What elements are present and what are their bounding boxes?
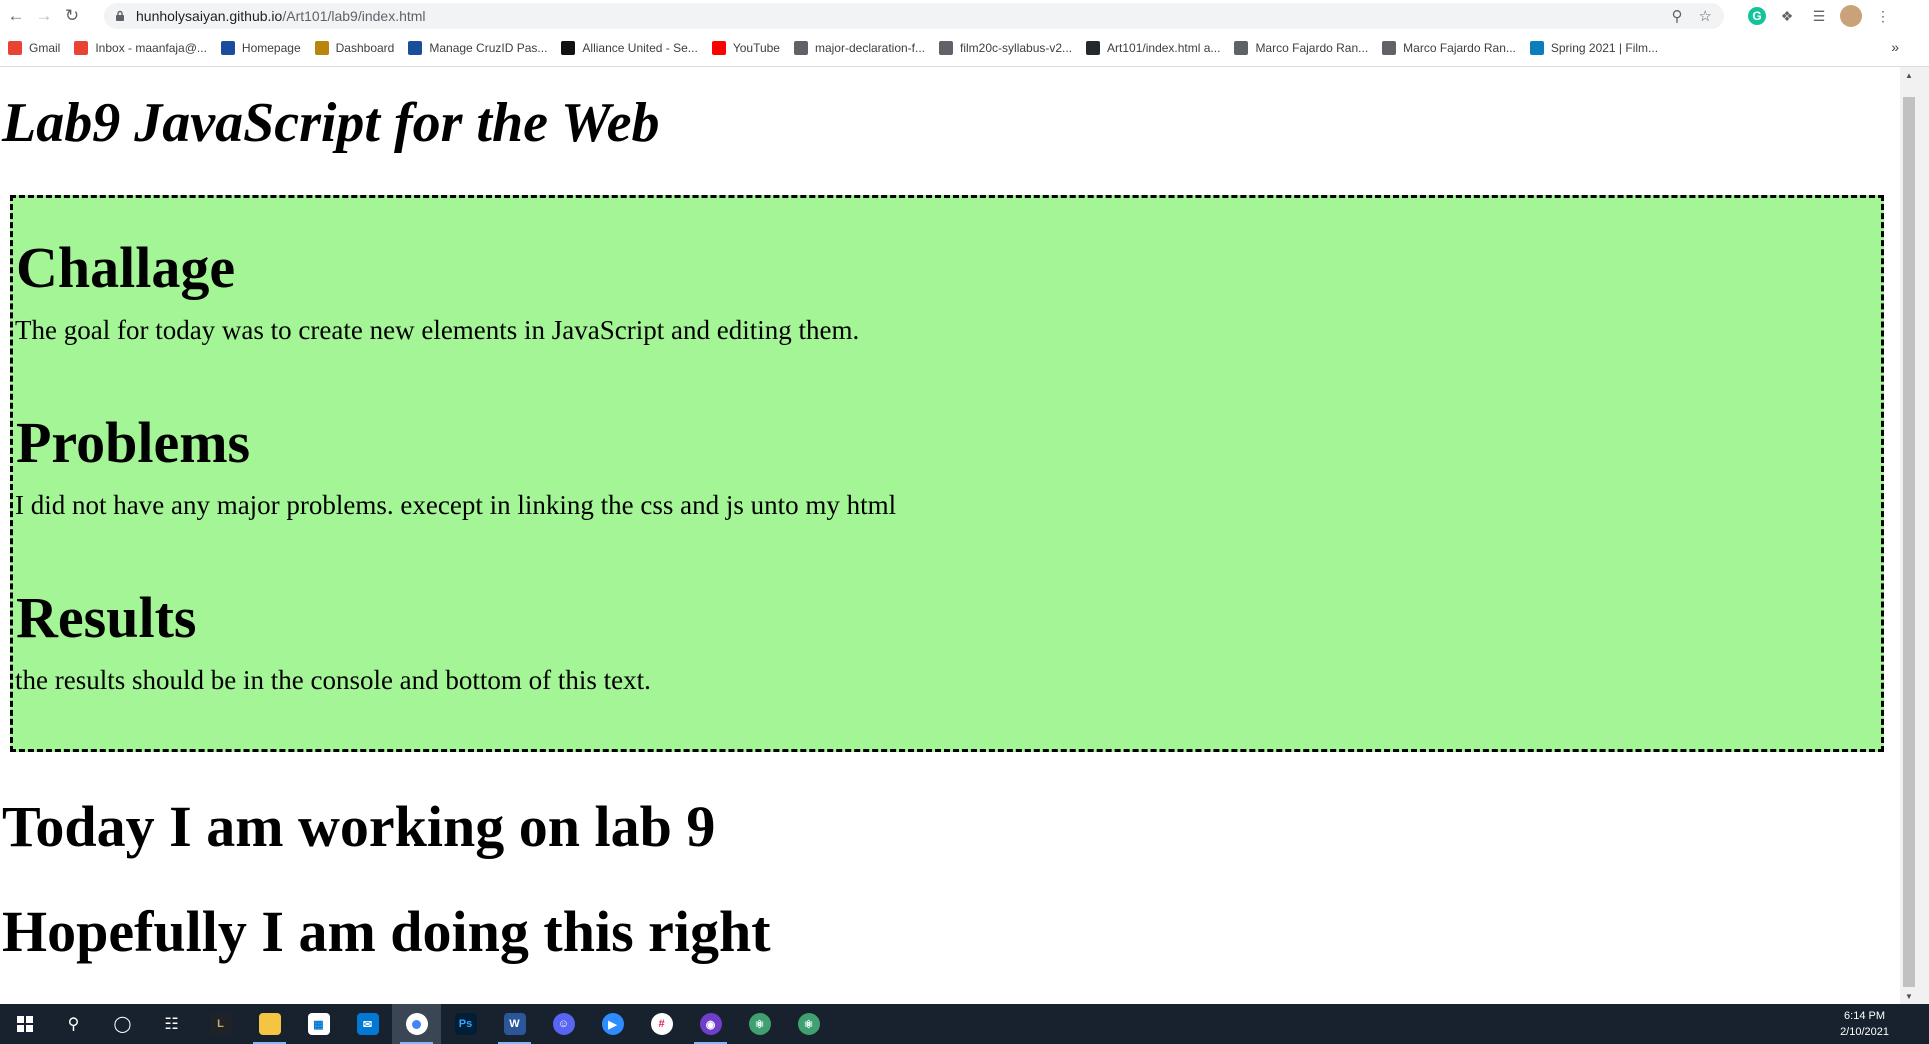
globe-icon bbox=[793, 41, 808, 55]
bookmark-item[interactable]: Alliance United - Se... bbox=[561, 41, 698, 55]
globe-icon bbox=[939, 41, 954, 55]
youtube-icon bbox=[711, 41, 726, 55]
page-title: Lab9 JavaScript for the Web bbox=[2, 92, 660, 154]
bookmark-label: Marco Fajardo Ran... bbox=[1403, 41, 1516, 55]
bookmarks-bar: Gmail Inbox - maanfaja@... Homepage Dashboa… bbox=[0, 35, 1929, 61]
bookmark-label: Spring 2021 | Film... bbox=[1550, 41, 1659, 55]
discord-icon[interactable]: ☺ bbox=[539, 1004, 588, 1044]
bookmark-label: Gmail bbox=[29, 41, 61, 55]
back-arrow-icon: ← bbox=[7, 5, 25, 25]
problems-text: I did not have any major problems. exece… bbox=[15, 490, 897, 520]
bookmark-item[interactable]: Marco Fajardo Ran... bbox=[1234, 41, 1368, 55]
bookmark-label: major-declaration-f... bbox=[814, 41, 926, 55]
profile-avatar[interactable] bbox=[1840, 5, 1862, 27]
forward-arrow-icon: → bbox=[35, 5, 53, 25]
bookmark-item[interactable]: Gmail bbox=[8, 41, 60, 55]
bookmark-label: Manage CruzID Pas... bbox=[429, 41, 548, 55]
status-line-1: Today I am working on lab 9 bbox=[2, 794, 716, 859]
chrome-icon[interactable] bbox=[392, 1004, 441, 1044]
scroll-up-icon[interactable]: ▲ bbox=[1900, 67, 1918, 83]
url-host: hunholysaiyan.github.io bbox=[136, 8, 283, 24]
challenge-text: The goal for today was to create new ele… bbox=[15, 315, 860, 345]
cortana-icon[interactable]: ◯ bbox=[98, 1004, 147, 1044]
extensions-area: G ❖ ☰ ⋮ bbox=[1748, 4, 1894, 28]
edge-icon bbox=[1529, 41, 1544, 55]
clock-time: 6:14 PM bbox=[1844, 1010, 1886, 1022]
zoom-app-icon[interactable]: ▶ bbox=[588, 1004, 637, 1044]
task-view-icon[interactable]: ☷ bbox=[147, 1004, 196, 1044]
scroll-thumb[interactable] bbox=[1903, 97, 1915, 987]
gmail-icon bbox=[74, 41, 89, 55]
gmail-icon bbox=[8, 41, 22, 55]
slack-icon[interactable]: # bbox=[637, 1004, 686, 1044]
bookmark-item[interactable]: Manage CruzID Pas... bbox=[408, 41, 547, 55]
dashboard-icon bbox=[314, 41, 329, 55]
globe-icon bbox=[1382, 41, 1397, 55]
bookmark-label: Dashboard bbox=[335, 41, 395, 55]
status-line-2: Hopefully I am doing this right bbox=[2, 899, 771, 964]
bookmark-label: Homepage bbox=[241, 41, 301, 55]
bookmark-label: Art101/index.html a... bbox=[1107, 41, 1221, 55]
atom-icon-2[interactable]: ⚛ bbox=[784, 1004, 833, 1044]
homepage-icon bbox=[220, 41, 235, 55]
challenge-heading: Challage bbox=[16, 235, 236, 300]
bookmark-label: Marco Fajardo Ran... bbox=[1255, 41, 1369, 55]
start-windows-icon[interactable] bbox=[0, 1004, 49, 1044]
bookmark-item[interactable]: Art101/index.html a... bbox=[1086, 41, 1220, 55]
system-clock[interactable]: 6:14 PM 2/10/2021 bbox=[1840, 1008, 1889, 1040]
photoshop-icon[interactable]: Ps bbox=[441, 1004, 490, 1044]
mail-icon[interactable]: ✉ bbox=[343, 1004, 392, 1044]
side-panel-strip bbox=[1918, 67, 1929, 1004]
scroll-down-icon[interactable]: ▼ bbox=[1900, 988, 1918, 1004]
page-viewport: Lab9 JavaScript for the Web Challage The… bbox=[0, 67, 1900, 1004]
ucsc-icon bbox=[408, 41, 423, 55]
lock-icon bbox=[116, 10, 124, 21]
media-queue-icon[interactable]: ☰ bbox=[1808, 5, 1830, 27]
address-bar[interactable]: hunholysaiyan.github.io/Art101/lab9/inde… bbox=[104, 3, 1724, 29]
clock-date: 2/10/2021 bbox=[1840, 1026, 1889, 1038]
reload-icon: ↻ bbox=[64, 5, 80, 25]
menu-kebab-icon[interactable]: ⋮ bbox=[1872, 5, 1894, 27]
league-launcher-icon[interactable]: L bbox=[196, 1004, 245, 1044]
store-icon[interactable]: ▦ bbox=[294, 1004, 343, 1044]
windows-taskbar: ⚲ ◯ ☷ L ▦ ✉ Ps W ☺ ▶ # ◉ ⚛ ⚛ 6:14 PM 2/1… bbox=[0, 1004, 1929, 1044]
k-icon bbox=[561, 41, 576, 55]
grammarly-icon[interactable]: G bbox=[1748, 7, 1766, 25]
bookmark-item[interactable]: major-declaration-f... bbox=[793, 41, 926, 55]
vertical-scrollbar[interactable]: ▲ ▼ bbox=[1900, 67, 1918, 1004]
bookmark-item[interactable]: Inbox - maanfaja@... bbox=[74, 41, 207, 55]
bookmark-item[interactable]: Dashboard bbox=[314, 41, 395, 55]
reload-button[interactable]: ↻ bbox=[60, 4, 84, 28]
zoom-icon[interactable]: ⚲ bbox=[1672, 7, 1683, 25]
github-desktop-icon[interactable]: ◉ bbox=[686, 1004, 735, 1044]
bookmark-label: Alliance United - Se... bbox=[582, 41, 698, 55]
browser-toolbar: ← → ↻ hunholysaiyan.github.io/Art101/lab… bbox=[0, 0, 1929, 31]
bookmarks-overflow-button[interactable]: » bbox=[1891, 39, 1899, 55]
bookmark-star-icon[interactable]: ☆ bbox=[1699, 7, 1712, 25]
file-explorer-icon[interactable] bbox=[245, 1004, 294, 1044]
github-icon bbox=[1086, 41, 1101, 55]
results-heading: Results bbox=[16, 585, 197, 650]
url-path: /Art101/lab9/index.html bbox=[282, 8, 426, 24]
bookmark-label: YouTube bbox=[732, 41, 780, 55]
bookmark-item[interactable]: Marco Fajardo Ran... bbox=[1382, 41, 1516, 55]
search-icon[interactable]: ⚲ bbox=[49, 1004, 98, 1044]
globe-icon bbox=[1234, 41, 1249, 55]
results-text: the results should be in the console and… bbox=[15, 665, 651, 695]
bookmark-label: film20c-syllabus-v2... bbox=[960, 41, 1073, 55]
bookmark-item[interactable]: Spring 2021 | Film... bbox=[1529, 41, 1659, 55]
bookmark-item[interactable]: Homepage bbox=[220, 41, 301, 55]
bookmark-item[interactable]: film20c-syllabus-v2... bbox=[939, 41, 1072, 55]
extensions-puzzle-icon[interactable]: ❖ bbox=[1776, 5, 1798, 27]
problems-heading: Problems bbox=[16, 410, 251, 475]
back-button[interactable]: ← bbox=[4, 4, 28, 28]
bookmark-item[interactable]: YouTube bbox=[711, 41, 780, 55]
atom-icon[interactable]: ⚛ bbox=[735, 1004, 784, 1044]
bookmark-label: Inbox - maanfaja@... bbox=[95, 41, 207, 55]
content-box: Challage The goal for today was to creat… bbox=[10, 195, 1884, 752]
word-icon[interactable]: W bbox=[490, 1004, 539, 1044]
forward-button[interactable]: → bbox=[32, 4, 56, 28]
